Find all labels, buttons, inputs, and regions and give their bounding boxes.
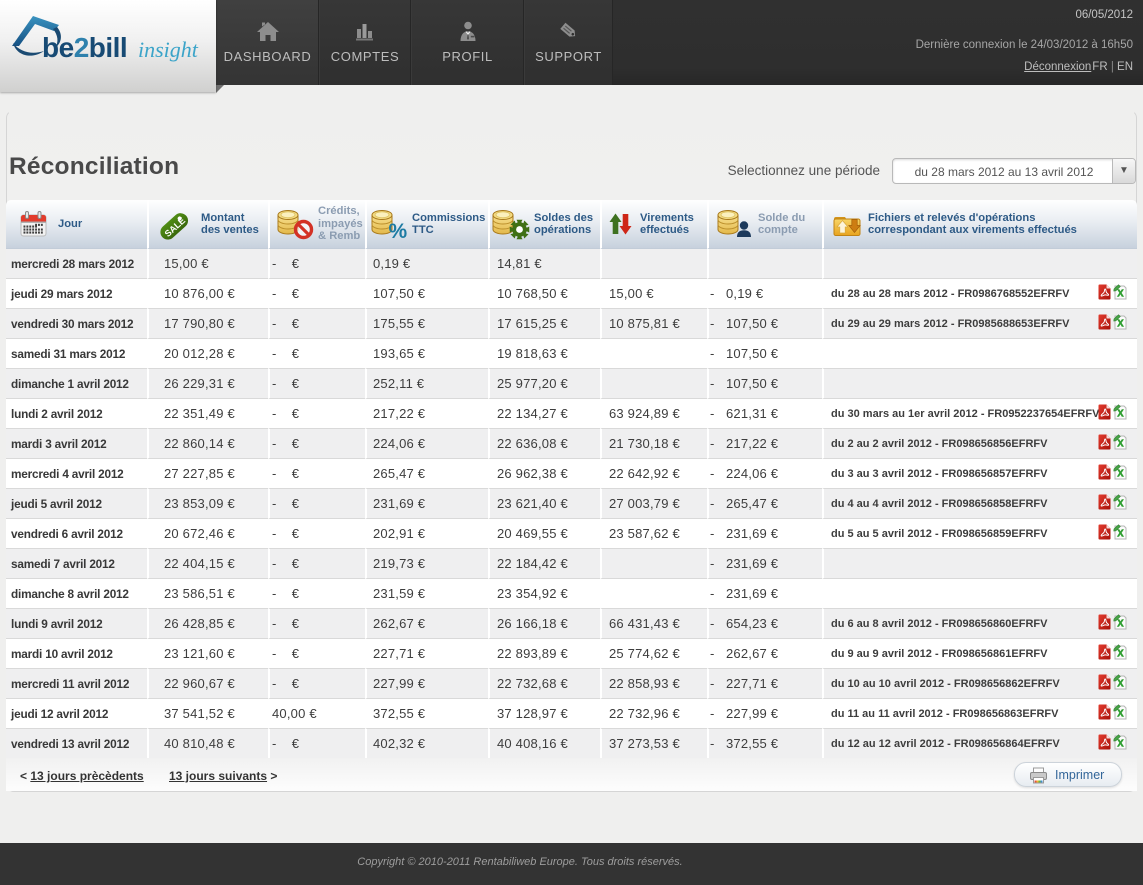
svg-text:be2bill: be2bill xyxy=(42,32,127,63)
svg-text:%: % xyxy=(389,220,408,240)
svg-text:insight: insight xyxy=(138,37,199,62)
